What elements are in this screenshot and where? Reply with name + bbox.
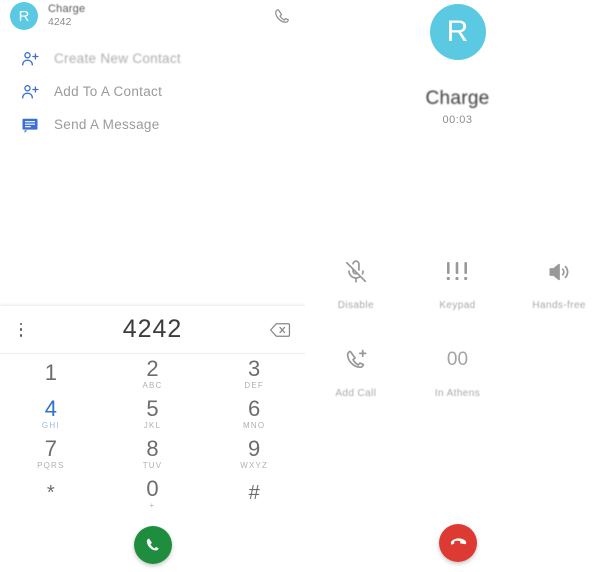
- dialpad-key-1[interactable]: 1: [0, 354, 102, 394]
- control-in-athens[interactable]: 00 In Athens: [407, 338, 509, 426]
- key-digit: *: [46, 482, 55, 504]
- keypad-icon: [443, 256, 471, 288]
- dialpad-key-7[interactable]: 7 PQRS: [0, 434, 102, 474]
- dialpad-key-hash[interactable]: #: [203, 474, 305, 514]
- dialpad-key-star[interactable]: *: [0, 474, 102, 514]
- key-letters: WXYZ: [240, 461, 269, 470]
- end-call-button[interactable]: [438, 524, 477, 562]
- action-label: Create New Contact: [54, 51, 181, 66]
- contact-name: Charge: [48, 3, 86, 15]
- key-digit: 3: [248, 356, 261, 381]
- key-digit: 9: [248, 436, 261, 461]
- add-call-icon: [343, 344, 369, 376]
- dialpad-key-3[interactable]: 3 DEF: [203, 354, 305, 394]
- key-letters: +: [149, 501, 156, 510]
- key-digit: 7: [44, 436, 57, 461]
- action-label: Add To A Contact: [54, 84, 163, 99]
- dialpad-sheet: 4242 1 2 ABC 3 DEF 4 GHI 5 JKL 6 MNO 7 P…: [0, 306, 305, 572]
- dialpad-key-4[interactable]: 4 GHI: [0, 394, 102, 434]
- control-hands-free[interactable]: Hands-free: [508, 250, 610, 338]
- avatar: R: [10, 2, 38, 30]
- control-disable-mic[interactable]: Disable: [305, 250, 407, 338]
- call-controls-grid: Disable Keypad Hands-free Add Call 00 In…: [305, 250, 610, 426]
- control-label: In Athens: [434, 388, 481, 399]
- control-add-call[interactable]: Add Call: [305, 338, 407, 426]
- phone-app-screen: R Charge 4242 Create New Contact Add To …: [0, 0, 610, 572]
- dialpad-key-9[interactable]: 9 WXYZ: [203, 434, 305, 474]
- key-digit: 1: [44, 360, 57, 385]
- control-label: Disable: [337, 300, 374, 311]
- control-label: Add Call: [335, 388, 377, 399]
- person-add-icon: [20, 49, 40, 69]
- mic-off-icon: [343, 256, 369, 288]
- key-digit: 4: [44, 396, 57, 421]
- dial-display-bar: 4242: [0, 306, 305, 354]
- call-timer: 00:03: [442, 114, 473, 126]
- action-add-to-a-contact[interactable]: Add To A Contact: [0, 75, 305, 108]
- speaker-icon: [545, 256, 573, 288]
- dialpad-key-2[interactable]: 2 ABC: [102, 354, 204, 394]
- action-create-new-contact[interactable]: Create New Contact: [0, 42, 305, 75]
- call-contact-name: Charge: [425, 88, 490, 109]
- contact-actions-panel: R Charge 4242 Create New Contact Add To …: [0, 0, 305, 572]
- phone-icon[interactable]: [272, 6, 292, 26]
- action-send-a-message[interactable]: Send A Message: [0, 108, 305, 141]
- control-label: Hands-free: [532, 300, 586, 311]
- person-add-icon: [20, 82, 40, 102]
- in-call-panel: R Charge 00:03 Disable Keypad Hands-free…: [305, 0, 610, 572]
- call-button[interactable]: [133, 526, 172, 564]
- overflow-menu-icon[interactable]: [14, 321, 28, 339]
- action-label: Send A Message: [54, 117, 160, 132]
- key-digit: 0: [146, 476, 159, 501]
- dialpad-key-0[interactable]: 0 +: [102, 474, 204, 514]
- control-label: Keypad: [439, 300, 476, 311]
- contact-number: 4242: [48, 16, 72, 28]
- hold-icon: 00: [447, 344, 468, 376]
- avatar: R: [429, 4, 486, 60]
- key-digit: 2: [146, 356, 159, 381]
- key-letters: MNO: [243, 421, 266, 430]
- key-letters: ABC: [142, 381, 163, 390]
- dialpad-key-5[interactable]: 5 JKL: [102, 394, 204, 434]
- backspace-icon[interactable]: [269, 321, 291, 339]
- control-value: 00: [446, 349, 469, 370]
- key-digit: 5: [146, 396, 159, 421]
- key-digit: 6: [248, 396, 261, 421]
- dial-number-display[interactable]: 4242: [0, 315, 305, 344]
- key-letters: JKL: [143, 421, 162, 430]
- dialpad-keys: 1 2 ABC 3 DEF 4 GHI 5 JKL 6 MNO 7 PQRS 8…: [0, 354, 305, 514]
- key-letters: DEF: [244, 381, 264, 390]
- dialpad-key-8[interactable]: 8 TUV: [102, 434, 204, 474]
- message-icon: [20, 115, 40, 135]
- key-digit: 8: [146, 436, 159, 461]
- key-letters: TUV: [142, 461, 163, 470]
- dialpad-key-6[interactable]: 6 MNO: [203, 394, 305, 434]
- control-keypad[interactable]: Keypad: [407, 250, 509, 338]
- contact-header[interactable]: R Charge 4242: [0, 0, 305, 36]
- contact-actions-list: Create New Contact Add To A Contact Send…: [0, 42, 305, 141]
- key-letters: GHI: [41, 421, 60, 430]
- key-letters: PQRS: [37, 461, 65, 470]
- key-digit: #: [248, 482, 260, 504]
